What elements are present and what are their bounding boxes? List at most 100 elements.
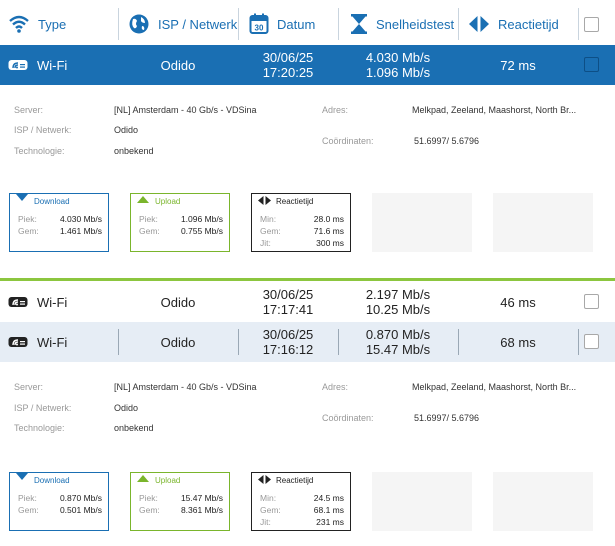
latency-title: Reactietijd	[276, 197, 314, 206]
wifi-router-icon	[8, 297, 28, 307]
ad-placeholder	[372, 472, 472, 531]
download-peak-label: Piek:	[18, 214, 37, 224]
address-label: Adres:	[322, 105, 349, 115]
latency-min-label: Min:	[260, 214, 277, 224]
row-checkbox[interactable]	[584, 294, 599, 309]
latency-min-value: 24.5 ms	[313, 493, 344, 503]
row-time: 17:16:12	[262, 342, 314, 357]
row-latency: 72 ms	[500, 57, 536, 73]
download-stats-box: Download Piek: 4.030 Mb/s Gem: 1.461 Mb/…	[9, 193, 109, 252]
address-value: Melkpad, Zeeland, Maashorst, North Br...	[412, 382, 577, 392]
latency-arrows-icon	[258, 196, 271, 205]
technology-label: Technologie:	[14, 423, 65, 433]
upload-stats-box: Upload Piek: 15.47 Mb/s Gem: 8.361 Mb/s	[130, 472, 230, 531]
server-value: [NL] Amsterdam - 40 Gb/s - VDSina	[114, 105, 257, 115]
hourglass-icon	[351, 14, 367, 34]
ad-placeholder	[493, 193, 593, 252]
isp-value: Odido	[114, 403, 139, 413]
table-row[interactable]: Wi-Fi Odido 30/06/25 17:17:41 2.197 Mb/s…	[0, 282, 615, 322]
header-speedtest-label: Snelheidstest	[376, 16, 455, 32]
download-avg-label: Gem:	[18, 226, 39, 236]
technology-label: Technologie:	[14, 146, 65, 156]
row-speeds: 0.870 Mb/s 15.47 Mb/s	[338, 322, 458, 362]
upload-peak-label: Piek:	[139, 493, 158, 503]
upload-peak-value: 15.47 Mb/s	[180, 493, 223, 503]
header-date[interactable]: 30 Datum	[249, 6, 315, 42]
row-upload: 1.096 Mb/s	[365, 65, 431, 80]
download-avg-value: 1.461 Mb/s	[59, 226, 102, 236]
header-isp-label: ISP / Netwerk	[158, 16, 238, 32]
row-upload: 15.47 Mb/s	[365, 342, 431, 357]
row-latency: 68 ms	[500, 334, 536, 350]
header-speedtest[interactable]: Snelheidstest	[350, 6, 454, 42]
latency-jitter-label: Jit:	[260, 517, 271, 527]
row-type-cell: Wi-Fi	[8, 282, 118, 322]
header-isp[interactable]: ISP / Netwerk	[128, 6, 237, 42]
row-download: 4.030 Mb/s	[365, 50, 431, 65]
isp-label: ISP / Netwerk:	[14, 403, 72, 413]
row-type-cell: Wi-Fi	[8, 45, 118, 85]
server-label: Server:	[14, 382, 44, 392]
calendar-day: 30	[255, 24, 264, 33]
row-datetime: 30/06/25 17:20:25	[238, 45, 338, 85]
row-type-cell: Wi-Fi	[8, 322, 118, 362]
row-isp: Odido	[160, 57, 196, 73]
latency-avg-label: Gem:	[260, 505, 281, 515]
latency-jitter-label: Jit:	[260, 238, 271, 248]
globe-icon	[129, 14, 149, 34]
latency-stats-box: Reactietijd Min: 28.0 ms Gem: 71.6 ms Ji…	[251, 193, 351, 252]
header-type-label: Type	[38, 16, 67, 32]
upload-avg-label: Gem:	[139, 226, 160, 236]
technology-value: onbekend	[114, 146, 154, 156]
latency-avg-value: 71.6 ms	[313, 226, 344, 236]
row-type-label: Wi-Fi	[37, 294, 68, 310]
latency-title: Reactietijd	[276, 476, 314, 485]
row-isp: Odido	[160, 294, 196, 310]
table-row[interactable]: Wi-Fi Odido 30/06/25 17:20:25 4.030 Mb/s…	[0, 45, 615, 85]
row-checkbox[interactable]	[584, 334, 599, 349]
row-date: 30/06/25	[262, 327, 314, 342]
section-divider	[0, 278, 615, 281]
row-datetime: 30/06/25 17:17:41	[238, 282, 338, 322]
download-arrow-icon	[16, 473, 28, 480]
row-type-label: Wi-Fi	[37, 57, 68, 73]
latency-avg-value: 68.1 ms	[313, 505, 344, 515]
result-details: Server: [NL] Amsterdam - 40 Gb/s - VDSin…	[0, 362, 615, 546]
row-date: 30/06/25	[262, 50, 314, 65]
technology-value: onbekend	[114, 423, 154, 433]
coordinates-value: 51.6997/ 5.6796	[414, 413, 480, 423]
coordinates-value: 51.6997/ 5.6796	[414, 136, 480, 146]
header-latency[interactable]: Reactietijd	[468, 6, 559, 42]
latency-jitter-value: 300 ms	[316, 238, 344, 248]
upload-avg-value: 8.361 Mb/s	[180, 505, 223, 515]
row-speeds: 4.030 Mb/s 1.096 Mb/s	[338, 45, 458, 85]
download-arrow-icon	[16, 194, 28, 201]
wifi-router-icon	[8, 337, 28, 347]
results-table-header: Type ISP / Netwerk 30 Datum Snelheidstes…	[0, 0, 615, 48]
upload-title: Upload	[155, 476, 181, 485]
upload-peak-value: 1.096 Mb/s	[180, 214, 223, 224]
row-download: 2.197 Mb/s	[365, 287, 431, 302]
row-isp: Odido	[160, 334, 196, 350]
wifi-icon	[9, 15, 29, 33]
select-all-checkbox[interactable]	[584, 17, 599, 32]
address-value: Melkpad, Zeeland, Maashorst, North Br...	[412, 105, 577, 115]
ad-placeholder	[493, 472, 593, 531]
row-datetime: 30/06/25 17:16:12	[238, 322, 338, 362]
row-type-label: Wi-Fi	[37, 334, 68, 350]
row-download: 0.870 Mb/s	[365, 327, 431, 342]
address-label: Adres:	[322, 382, 349, 392]
server-value: [NL] Amsterdam - 40 Gb/s - VDSina	[114, 382, 257, 392]
header-type[interactable]: Type	[8, 6, 66, 42]
row-time: 17:17:41	[262, 302, 314, 317]
coordinates-label: Coördinaten:	[322, 413, 374, 423]
row-checkbox[interactable]	[584, 57, 599, 72]
table-row[interactable]: Wi-Fi Odido 30/06/25 17:16:12 0.870 Mb/s…	[0, 322, 615, 362]
download-title: Download	[34, 476, 70, 485]
calendar-icon: 30	[249, 13, 269, 34]
upload-arrow-icon	[137, 475, 149, 482]
download-stats-box: Download Piek: 0.870 Mb/s Gem: 0.501 Mb/…	[9, 472, 109, 531]
download-peak-value: 4.030 Mb/s	[59, 214, 102, 224]
row-upload: 10.25 Mb/s	[365, 302, 431, 317]
upload-peak-label: Piek:	[139, 214, 158, 224]
